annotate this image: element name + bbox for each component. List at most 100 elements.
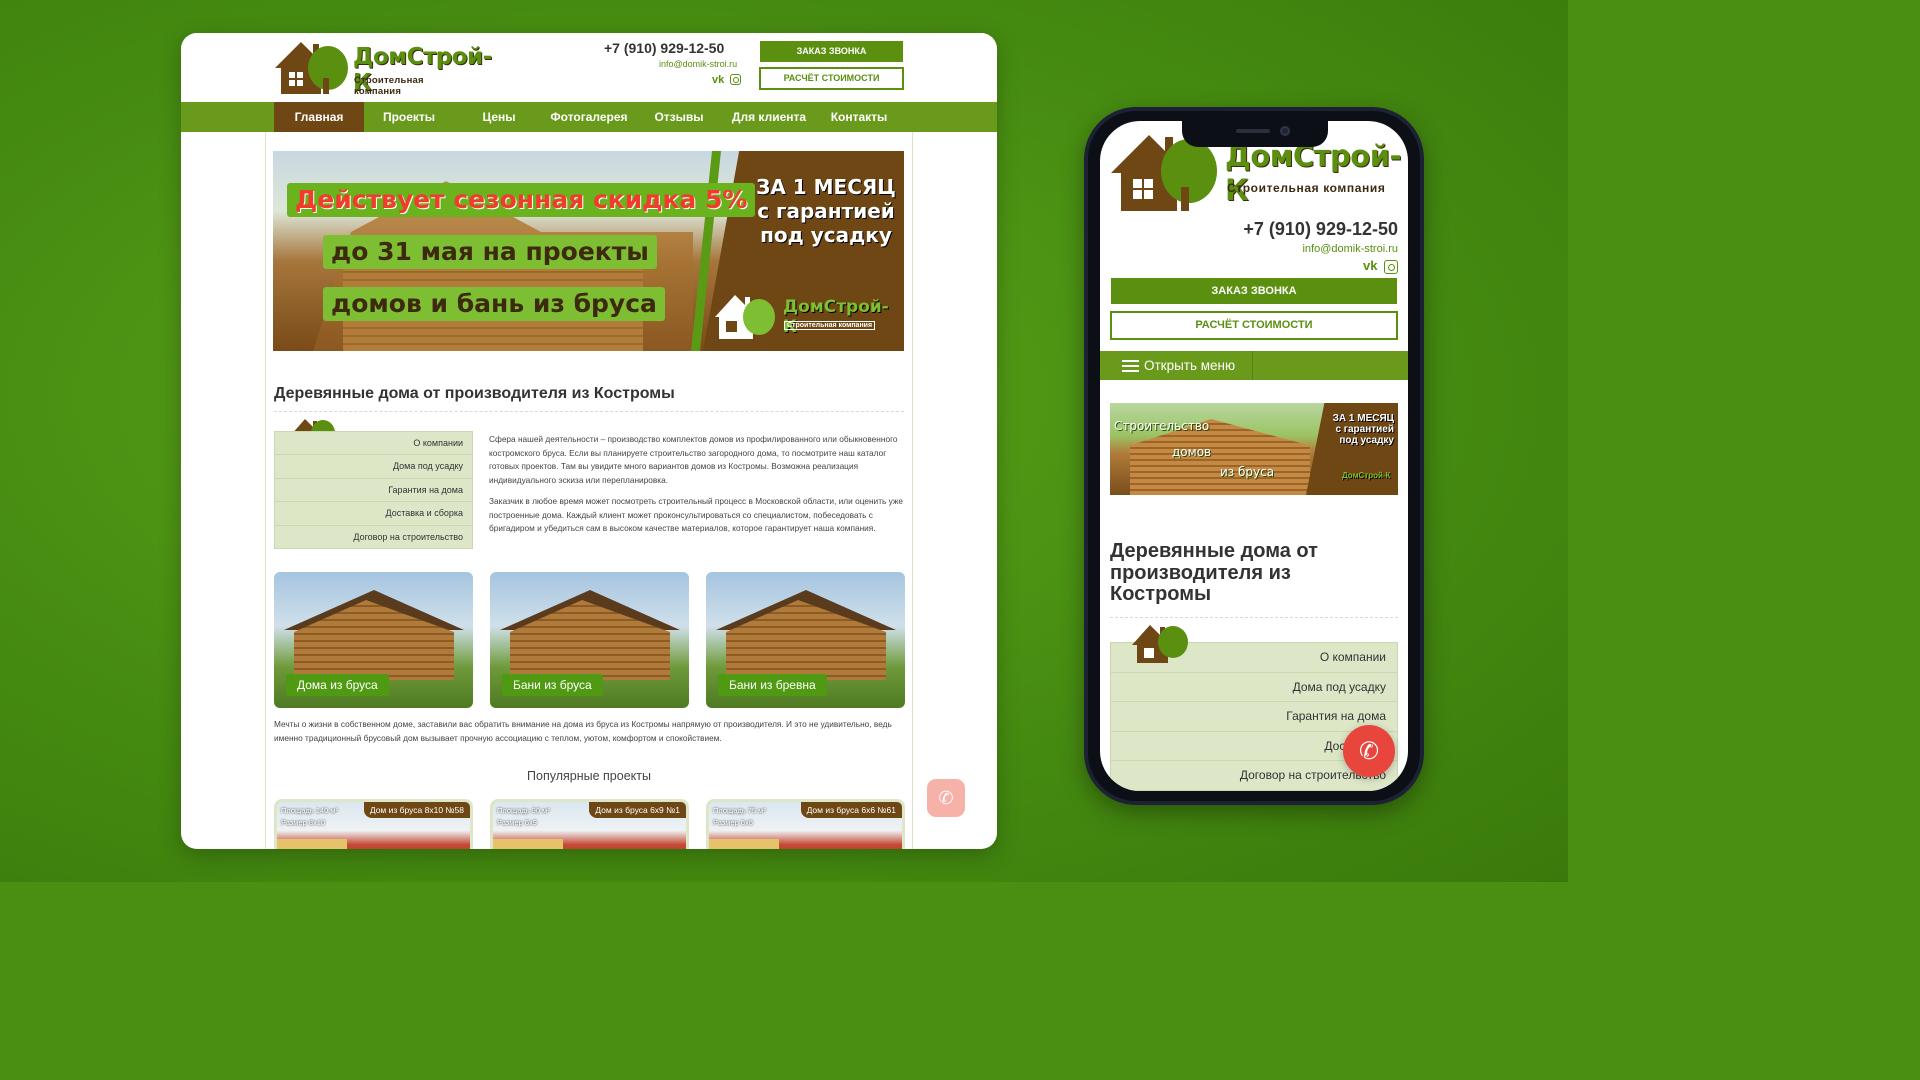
sidebar-item-shrinkage-houses[interactable]: Дома под усадку [1111,673,1397,703]
social-links: vk [1363,259,1398,274]
phone-icon: ✆ [938,787,954,808]
page-title: Деревянные дома от производителя из Кост… [1110,540,1318,605]
mobile-device: ДомСтрой-К Строительная компания +7 (910… [1084,107,1424,805]
hamburger-icon [1122,359,1139,372]
sidebar-item-contract[interactable]: Договор на строительство [275,526,472,549]
instagram-icon[interactable] [730,74,741,85]
banner-line-1: Строительство [1114,419,1210,433]
nav-item-home[interactable]: Главная [274,102,364,132]
banner-line-2: домов [1172,445,1212,459]
banner-line-2: до 31 мая на проекты [323,235,657,269]
project-cards: Площадь 140 м² Размер 8х10 Дом из бруса … [274,799,905,849]
vk-icon[interactable]: vk [712,74,726,86]
banner-logo-title: ДомСтрой-К [1342,471,1391,480]
nav-item-prices[interactable]: Цены [454,102,544,132]
popular-projects-title: Популярные проекты [527,769,651,783]
banner-logo: ДомСтрой-К Строительная компания [713,291,893,341]
floating-call-button[interactable]: ✆ [927,779,965,817]
order-call-button[interactable]: ЗАКАЗ ЗВОНКА [1111,278,1397,304]
nav-item-contacts[interactable]: Контакты [814,102,904,132]
promo-banner[interactable]: Действует сезонная скидка 5% до 31 мая н… [273,151,904,351]
house-logo-icon [1132,625,1188,663]
banner-guarantee-text: ЗА 1 МЕСЯЦ с гарантией под усадку [756,175,896,247]
cost-calc-button[interactable]: РАСЧЁТ СТОИМОСТИ [1110,311,1398,340]
nav-item-for-client[interactable]: Для клиента [724,102,814,132]
intro-paragraph-2: Заказчик в любое время может посмотреть … [489,496,904,533]
project-name[interactable]: Дом из бруса 8х10 №58 [363,802,470,818]
desktop-window: ДомСтрой-К Строительная компания +7 (910… [181,33,997,849]
project-specs: Площадь 75 м² Размер 6х6 [713,805,766,829]
sidebar-menu: О компании Дома под усадку Гарантия на д… [274,431,473,549]
device-notch [1182,121,1328,147]
sidebar-item-warranty[interactable]: Гарантия на дома [275,479,472,503]
intro-paragraph-1: Сфера нашей деятельности – производство … [489,434,898,485]
banner-line-3: домов и бань из бруса [323,287,665,321]
phone-number[interactable]: +7 (910) 929-12-50 [604,40,724,56]
project-size: Размер 6х6 [713,818,753,827]
email-link[interactable]: info@domik-stroi.ru [1302,243,1398,255]
email-link[interactable]: info@domik-stroi.ru [659,59,737,69]
camera-icon [1280,126,1290,136]
project-specs: Площадь 140 м² Размер 8х10 [281,805,338,829]
category-label[interactable]: Бани из бревна [718,674,827,696]
order-call-button[interactable]: ЗАКАЗ ЗВОНКА [760,41,903,62]
banner-logo-tagline: Строительная компания [784,321,876,330]
logo-tagline: Строительная компания [354,75,424,97]
main-nav: Главная Проекты Цены Фотогалерея Отзывы … [181,102,997,132]
banner-logo-title: ДомСтрой-К [783,297,889,337]
open-menu-label: Открыть меню [1144,358,1236,373]
project-area: Площадь 75 м² [713,806,766,815]
mobile-nav-bar: Открыть меню [1100,351,1408,380]
house-logo-icon [715,295,775,339]
banner-line-1: Действует сезонная скидка 5% [287,183,756,217]
phone-number[interactable]: +7 (910) 929-12-50 [1243,219,1398,240]
social-links: vk [712,74,741,86]
project-area: Площадь 90 м² [497,806,550,815]
banner-line-3: из бруса [1220,465,1275,479]
project-image [277,839,347,849]
project-image [709,839,779,849]
house-logo-icon [275,42,348,94]
logo-tagline: Строительная компания [1227,181,1386,195]
cost-calc-button[interactable]: РАСЧЁТ СТОИМОСТИ [759,67,904,90]
project-image [493,839,563,849]
category-cards: Дома из бруса Бани из бруса Бани из брев… [274,572,905,708]
banner-guarantee-text: ЗА 1 МЕСЯЦ с гарантией под усадку [1332,413,1394,446]
site-logo[interactable]: ДомСтрой-К Строительная компания [273,38,492,97]
nav-item-projects[interactable]: Проекты [364,102,454,132]
project-card[interactable]: Площадь 140 м² Размер 8х10 Дом из бруса … [274,799,473,849]
mobile-screen: ДомСтрой-К Строительная компания +7 (910… [1100,121,1408,791]
sidebar-item-warranty[interactable]: Гарантия на дома [1111,702,1397,732]
category-card[interactable]: Бани из бруса [490,572,689,708]
project-area: Площадь 140 м² [281,806,338,815]
project-specs: Площадь 90 м² Размер 6х9 [497,805,550,829]
site-header: ДомСтрой-К Строительная компания +7 (910… [181,33,997,102]
project-card[interactable]: Площадь 75 м² Размер 6х6 Дом из бруса 6х… [706,799,905,849]
category-label[interactable]: Бани из бруса [502,674,603,696]
divider [1110,617,1398,618]
instagram-icon[interactable] [1384,260,1398,274]
open-menu-button[interactable]: Открыть меню [1100,351,1253,380]
intro-text: Сфера нашей деятельности – производство … [489,433,904,544]
sidebar-item-about[interactable]: О компании [275,432,472,456]
category-label[interactable]: Дома из бруса [286,674,389,696]
vk-icon[interactable]: vk [1363,259,1379,272]
phone-icon: ✆ [1358,737,1380,765]
category-card[interactable]: Дома из бруса [274,572,473,708]
project-size: Размер 8х10 [281,818,326,827]
promo-banner[interactable]: Строительство домов из бруса ЗА 1 МЕСЯЦ … [1110,403,1398,495]
floating-call-button[interactable]: ✆ [1343,725,1395,777]
project-size: Размер 6х9 [497,818,537,827]
nav-item-gallery[interactable]: Фотогалерея [544,102,634,132]
sidebar-item-delivery[interactable]: Доставка и сборка [275,502,472,526]
sidebar-item-shrinkage-houses[interactable]: Дома под усадку [275,455,472,479]
category-card[interactable]: Бани из бревна [706,572,905,708]
page-title: Деревянные дома от производителя из Кост… [274,385,675,402]
nav-item-reviews[interactable]: Отзывы [634,102,724,132]
project-name[interactable]: Дом из бруса 6х9 №1 [589,802,686,818]
speaker-icon [1236,129,1270,133]
description-paragraph: Мечты о жизни в собственном доме, застав… [274,719,892,743]
project-card[interactable]: Площадь 90 м² Размер 6х9 Дом из бруса 6х… [490,799,689,849]
logo-title: ДомСтрой-К [1225,139,1402,207]
project-name[interactable]: Дом из бруса 6х6 №61 [800,802,902,818]
